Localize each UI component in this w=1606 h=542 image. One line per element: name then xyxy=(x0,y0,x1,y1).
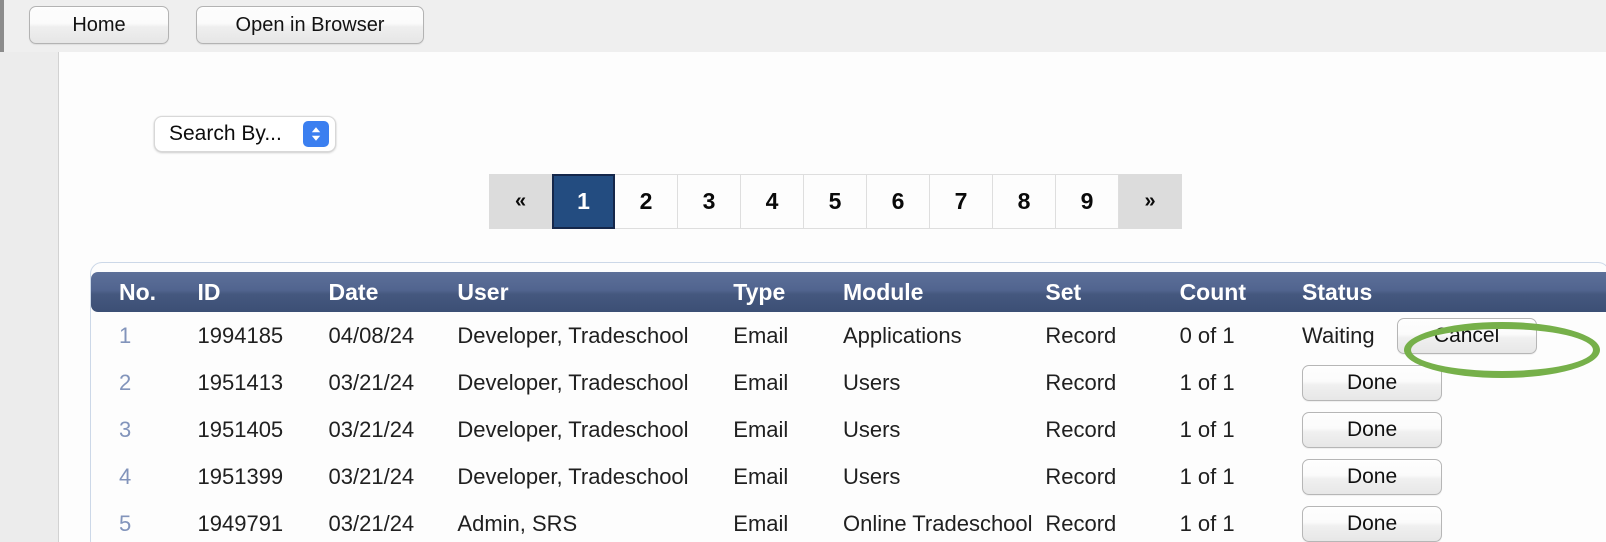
cell-count: 0 of 1 xyxy=(1179,312,1303,359)
pagination-page-5[interactable]: 5 xyxy=(804,174,867,229)
browser-toolbar: Home Open in Browser xyxy=(0,0,1606,52)
cell-module: Applications xyxy=(842,312,1046,359)
cell-user: Developer, Tradeschool xyxy=(457,406,734,453)
cell-count: 1 of 1 xyxy=(1179,453,1303,500)
pagination-page-1[interactable]: 1 xyxy=(552,174,615,229)
table-row[interactable]: 1 1994185 04/08/24 Developer, Tradeschoo… xyxy=(91,312,1606,359)
pagination-page-7[interactable]: 7 xyxy=(930,174,993,229)
column-header-no[interactable]: No. xyxy=(91,272,198,312)
column-header-type[interactable]: Type xyxy=(733,272,843,312)
cell-module: Users xyxy=(842,406,1046,453)
cancel-button[interactable]: Cancel xyxy=(1396,317,1537,354)
cell-id: 1949791 xyxy=(197,500,329,542)
jobs-table-panel: No. ID Date User Type Module Set Count S… xyxy=(90,262,1606,542)
done-button[interactable]: Done xyxy=(1302,364,1443,401)
cell-module: Users xyxy=(842,453,1046,500)
cell-set: Record xyxy=(1045,500,1180,542)
cell-no: 5 xyxy=(91,500,198,542)
pagination-page-6[interactable]: 6 xyxy=(867,174,930,229)
cell-no: 4 xyxy=(91,453,198,500)
cell-status: Done xyxy=(1302,500,1606,542)
cell-date: 03/21/24 xyxy=(328,500,458,542)
jobs-table: No. ID Date User Type Module Set Count S… xyxy=(91,272,1606,542)
cell-user: Developer, Tradeschool xyxy=(457,312,734,359)
column-header-count[interactable]: Count xyxy=(1179,272,1303,312)
cell-date: 03/21/24 xyxy=(328,359,458,406)
column-header-id[interactable]: ID xyxy=(197,272,329,312)
cell-date: 04/08/24 xyxy=(328,312,458,359)
chevron-up-down-icon xyxy=(303,121,329,147)
pagination-next[interactable]: » xyxy=(1119,174,1182,229)
cell-type: Email xyxy=(733,359,843,406)
pagination-page-4[interactable]: 4 xyxy=(741,174,804,229)
table-row[interactable]: 5 1949791 03/21/24 Admin, SRS Email Onli… xyxy=(91,500,1606,542)
cell-count: 1 of 1 xyxy=(1179,406,1303,453)
done-button[interactable]: Done xyxy=(1302,458,1443,495)
cell-type: Email xyxy=(733,312,843,359)
cell-id: 1951405 xyxy=(197,406,329,453)
pagination-page-9[interactable]: 9 xyxy=(1056,174,1119,229)
search-by-select-label: Search By... xyxy=(169,122,282,145)
jobs-table-body: 1 1994185 04/08/24 Developer, Tradeschoo… xyxy=(91,312,1606,542)
cell-count: 1 of 1 xyxy=(1179,500,1303,542)
cell-id: 1994185 xyxy=(197,312,329,359)
cell-id: 1951399 xyxy=(197,453,329,500)
cell-date: 03/21/24 xyxy=(328,453,458,500)
cell-set: Record xyxy=(1045,359,1180,406)
cell-no: 2 xyxy=(91,359,198,406)
cell-status: Waiting Cancel xyxy=(1302,312,1606,359)
jobs-table-head: No. ID Date User Type Module Set Count S… xyxy=(91,272,1606,312)
cell-type: Email xyxy=(733,406,843,453)
status-label: Waiting xyxy=(1302,322,1375,348)
table-row[interactable]: 3 1951405 03/21/24 Developer, Tradeschoo… xyxy=(91,406,1606,453)
pagination-page-3[interactable]: 3 xyxy=(678,174,741,229)
done-button[interactable]: Done xyxy=(1302,505,1443,542)
column-header-date[interactable]: Date xyxy=(328,272,458,312)
cell-no: 1 xyxy=(91,312,198,359)
page-left-gutter xyxy=(0,52,59,542)
open-in-browser-button[interactable]: Open in Browser xyxy=(196,6,424,44)
cell-set: Record xyxy=(1045,453,1180,500)
cell-user: Admin, SRS xyxy=(457,500,734,542)
cell-status: Done xyxy=(1302,453,1606,500)
cell-type: Email xyxy=(733,453,843,500)
jobs-table-header-row: No. ID Date User Type Module Set Count S… xyxy=(91,272,1606,312)
cell-module: Users xyxy=(842,359,1046,406)
done-button[interactable]: Done xyxy=(1302,411,1443,448)
home-button[interactable]: Home xyxy=(29,6,169,44)
cell-type: Email xyxy=(733,500,843,542)
cell-status: Done xyxy=(1302,359,1606,406)
pagination-page-8[interactable]: 8 xyxy=(993,174,1056,229)
cell-module: Online Tradeschool xyxy=(842,500,1046,542)
app-window: Home Open in Browser Search By... « 1 2 … xyxy=(0,0,1606,542)
cell-id: 1951413 xyxy=(197,359,329,406)
pagination[interactable]: « 1 2 3 4 5 6 7 8 9 » xyxy=(489,174,1182,229)
table-row[interactable]: 4 1951399 03/21/24 Developer, Tradeschoo… xyxy=(91,453,1606,500)
cell-status: Done xyxy=(1302,406,1606,453)
cell-set: Record xyxy=(1045,406,1180,453)
cell-user: Developer, Tradeschool xyxy=(457,359,734,406)
table-row[interactable]: 2 1951413 03/21/24 Developer, Tradeschoo… xyxy=(91,359,1606,406)
page-content: Search By... « 1 2 3 4 5 6 7 8 9 » No. I… xyxy=(60,52,1606,542)
column-header-user[interactable]: User xyxy=(457,272,734,312)
pagination-page-2[interactable]: 2 xyxy=(615,174,678,229)
cell-no: 3 xyxy=(91,406,198,453)
cell-set: Record xyxy=(1045,312,1180,359)
column-header-module[interactable]: Module xyxy=(842,272,1046,312)
column-header-status[interactable]: Status xyxy=(1302,272,1606,312)
pagination-prev[interactable]: « xyxy=(489,174,552,229)
search-by-select[interactable]: Search By... xyxy=(154,116,336,152)
cell-user: Developer, Tradeschool xyxy=(457,453,734,500)
cell-date: 03/21/24 xyxy=(328,406,458,453)
column-header-set[interactable]: Set xyxy=(1045,272,1180,312)
cell-count: 1 of 1 xyxy=(1179,359,1303,406)
